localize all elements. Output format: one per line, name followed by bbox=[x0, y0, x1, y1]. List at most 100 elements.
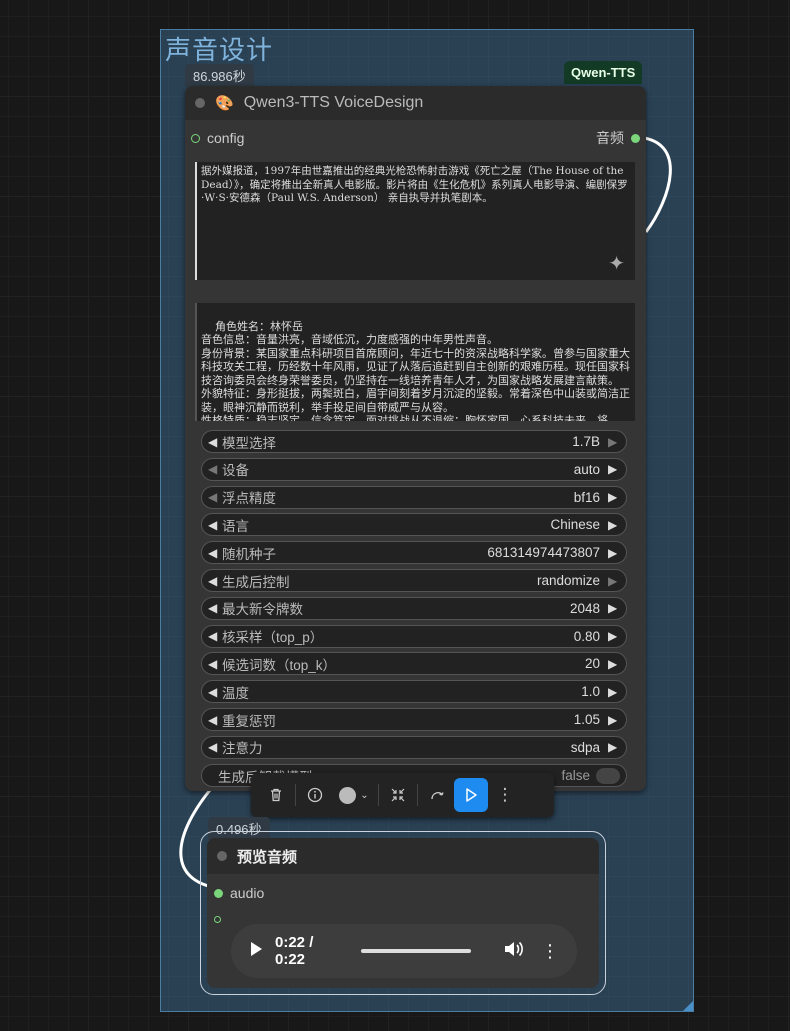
preview-audio-node-selection[interactable]: 预览音频 audio 0:22 / 0:22 ⋮ bbox=[200, 831, 606, 995]
voice-description-input[interactable]: 角色姓名：林怀岳 音色信息：音量洪亮，音域低沉，力度感强的中年男性声音。 身份背… bbox=[195, 303, 635, 421]
widget-label: 生成后控制 bbox=[222, 574, 290, 590]
node-header[interactable]: 预览音频 bbox=[207, 838, 599, 874]
toolbar-divider bbox=[378, 784, 379, 806]
increment-arrow-icon[interactable]: ▶ bbox=[608, 546, 620, 560]
decrement-arrow-icon[interactable]: ◀ bbox=[208, 657, 220, 671]
increment-arrow-icon[interactable]: ▶ bbox=[608, 657, 620, 671]
increment-arrow-icon[interactable]: ▶ bbox=[608, 601, 620, 615]
increment-arrow-icon[interactable]: ▶ bbox=[608, 713, 620, 727]
widget-value[interactable]: 1.7B bbox=[572, 434, 608, 449]
exec-time-badge: 86.986秒 bbox=[185, 64, 254, 87]
toggle-switch[interactable] bbox=[596, 767, 620, 784]
info-icon[interactable] bbox=[298, 778, 332, 812]
widget-value[interactable]: 1.05 bbox=[574, 712, 608, 727]
voice-design-node[interactable]: 🎨 Qwen3-TTS VoiceDesign config 音频 据外媒报道，… bbox=[185, 86, 646, 791]
widget-row[interactable]: ◀ 模型选择 1.7B ▶ bbox=[201, 430, 627, 453]
widget-label: 设备 bbox=[222, 463, 249, 479]
input-slot-config[interactable]: config bbox=[191, 130, 244, 146]
increment-arrow-icon[interactable]: ▶ bbox=[608, 490, 620, 504]
widget-row[interactable]: ◀ 核采样（top_p） 0.80 ▶ bbox=[201, 624, 627, 648]
palette-icon: 🎨 bbox=[215, 95, 234, 112]
input-label: config bbox=[207, 130, 245, 146]
widget-row[interactable]: ◀ 温度 1.0 ▶ bbox=[201, 680, 627, 704]
widget-row[interactable]: ◀ 最大新令牌数 2048 ▶ bbox=[201, 596, 627, 620]
increment-arrow-icon[interactable]: ▶ bbox=[608, 435, 620, 449]
trash-icon[interactable] bbox=[259, 778, 293, 812]
widget-row[interactable]: ◀ 设备 auto ▶ bbox=[201, 457, 627, 481]
widget-value[interactable]: bf16 bbox=[574, 490, 608, 505]
play-icon[interactable] bbox=[249, 941, 263, 961]
preview-audio-node[interactable]: 预览音频 audio 0:22 / 0:22 ⋮ bbox=[207, 838, 599, 988]
widget-label: 温度 bbox=[222, 685, 249, 701]
text-input[interactable]: 据外媒报道，1997年由世嘉推出的经典光枪恐怖射击游戏《死亡之屋（The Hou… bbox=[195, 162, 635, 280]
widget-row[interactable]: ◀ 生成后控制 randomize ▶ bbox=[201, 569, 627, 592]
decrement-arrow-icon[interactable]: ◀ bbox=[208, 490, 220, 504]
more-icon[interactable]: ⋮ bbox=[541, 941, 559, 962]
output-connector[interactable] bbox=[631, 133, 640, 143]
collapse-dot[interactable] bbox=[217, 851, 227, 861]
group-title[interactable]: 声音设计 bbox=[165, 30, 273, 67]
widget-row[interactable]: ◀ 随机种子 681314974473807 ▶ bbox=[201, 541, 627, 565]
widget-value[interactable]: auto bbox=[574, 462, 608, 477]
increment-arrow-icon[interactable]: ▶ bbox=[608, 518, 620, 532]
decrement-arrow-icon[interactable]: ◀ bbox=[208, 546, 220, 560]
collapse-icon[interactable] bbox=[381, 778, 415, 812]
input-slot-audio[interactable]: audio bbox=[207, 885, 599, 901]
increment-arrow-icon[interactable]: ▶ bbox=[608, 629, 620, 643]
decrement-arrow-icon[interactable]: ◀ bbox=[208, 518, 220, 532]
widget-row[interactable]: ◀ 注意力 sdpa ▶ bbox=[201, 735, 627, 759]
collapse-dot[interactable] bbox=[195, 98, 205, 108]
widget-value[interactable]: sdpa bbox=[571, 740, 608, 755]
widget-value[interactable]: Chinese bbox=[550, 517, 608, 532]
increment-arrow-icon[interactable]: ▶ bbox=[608, 740, 620, 754]
widget-row[interactable]: ◀ 浮点精度 bf16 ▶ bbox=[201, 485, 627, 509]
widget-row[interactable]: ◀ 语言 Chinese ▶ bbox=[201, 513, 627, 537]
decrement-arrow-icon[interactable]: ◀ bbox=[208, 713, 220, 727]
node-header[interactable]: 🎨 Qwen3-TTS VoiceDesign bbox=[185, 86, 646, 120]
widget-label: 重复惩罚 bbox=[222, 713, 276, 729]
widget-row[interactable]: ◀ 重复惩罚 1.05 ▶ bbox=[201, 708, 627, 731]
progress-bar[interactable] bbox=[361, 949, 471, 953]
play-icon[interactable] bbox=[454, 778, 488, 812]
widget-value[interactable]: 20 bbox=[585, 656, 608, 671]
widget-label: 注意力 bbox=[222, 741, 263, 757]
increment-arrow-icon[interactable]: ▶ bbox=[608, 574, 620, 588]
widget-label: 候选词数（top_k） bbox=[222, 657, 337, 673]
connector[interactable] bbox=[214, 916, 221, 923]
node-title: Qwen3-TTS VoiceDesign bbox=[243, 94, 424, 111]
input-connector[interactable] bbox=[214, 888, 223, 898]
decrement-arrow-icon[interactable]: ◀ bbox=[208, 629, 220, 643]
decrement-arrow-icon[interactable]: ◀ bbox=[208, 574, 220, 588]
input-connector[interactable] bbox=[191, 133, 200, 143]
slot-row: config 音频 bbox=[185, 124, 646, 152]
output-label: 音频 bbox=[596, 130, 624, 146]
bypass-icon[interactable] bbox=[420, 778, 454, 812]
widget-row[interactable]: ◀ 候选词数（top_k） 20 ▶ bbox=[201, 652, 627, 676]
increment-arrow-icon[interactable]: ▶ bbox=[608, 685, 620, 699]
voice-description-content: 角色姓名：林怀岳 音色信息：音量洪亮，音域低沉，力度感强的中年男性声音。 身份背… bbox=[201, 319, 630, 422]
widget-value: false bbox=[561, 768, 590, 783]
decrement-arrow-icon[interactable]: ◀ bbox=[208, 601, 220, 615]
widget-value[interactable]: 0.80 bbox=[574, 629, 608, 644]
node-source-badge: Qwen-TTS bbox=[564, 61, 643, 84]
toolbar-divider bbox=[417, 784, 418, 806]
widget-value[interactable]: 2048 bbox=[570, 601, 608, 616]
group-resize-handle[interactable] bbox=[683, 1001, 693, 1011]
widget-label: 最大新令牌数 bbox=[222, 602, 303, 618]
decrement-arrow-icon[interactable]: ◀ bbox=[208, 462, 220, 476]
color-circle-icon[interactable]: ⌄ bbox=[332, 778, 376, 812]
widget-value[interactable]: 681314974473807 bbox=[487, 545, 608, 560]
audio-player[interactable]: 0:22 / 0:22 ⋮ bbox=[231, 924, 577, 978]
decrement-arrow-icon[interactable]: ◀ bbox=[208, 685, 220, 699]
decrement-arrow-icon[interactable]: ◀ bbox=[208, 435, 220, 449]
decrement-arrow-icon[interactable]: ◀ bbox=[208, 740, 220, 754]
more-icon[interactable]: ⋮ bbox=[488, 778, 522, 812]
widget-value[interactable]: 1.0 bbox=[581, 684, 608, 699]
sparkle-icon[interactable]: ✦ bbox=[608, 253, 625, 272]
volume-icon[interactable] bbox=[503, 940, 523, 962]
widget-value[interactable]: randomize bbox=[537, 573, 608, 588]
output-slot-audio[interactable]: 音频 bbox=[596, 128, 640, 148]
increment-arrow-icon[interactable]: ▶ bbox=[608, 462, 620, 476]
input-label: audio bbox=[230, 885, 265, 901]
selection-toolbar: ⌄ ⋮ bbox=[251, 773, 554, 817]
